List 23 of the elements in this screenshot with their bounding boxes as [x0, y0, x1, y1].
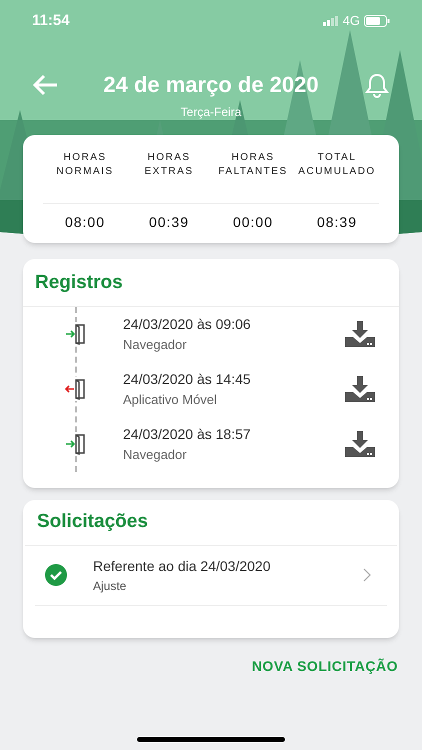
page-title: 24 de março de 2020: [103, 71, 319, 99]
summary-value: 00:39: [148, 213, 190, 232]
record-source: Navegador: [123, 446, 188, 464]
record-datetime: 24/03/2020 às 14:45: [123, 370, 252, 389]
page-subtitle: Terça-Feira: [180, 104, 242, 121]
record-datetime: 24/03/2020 às 18:57: [123, 424, 252, 444]
section-title: Solicitações: [37, 511, 148, 532]
summary-label: HORAS NORMAIS: [55, 151, 115, 179]
request-item[interactable]: Referente ao dia 24/03/2020 Ajuste: [35, 546, 387, 606]
status-time: 11:54: [32, 10, 70, 31]
summary-value: 00:00: [232, 213, 274, 232]
summary-label: HORAS FALTANTES: [217, 151, 289, 179]
network-label: 4G: [342, 12, 360, 30]
summary-label: HORAS EXTRAS: [143, 151, 194, 179]
request-title: Referente ao dia 24/03/2020: [93, 556, 272, 576]
record-source: Navegador: [123, 336, 188, 354]
section-title: Registros: [35, 272, 123, 293]
request-type: Ajuste: [93, 578, 128, 594]
record-datetime: 24/03/2020 às 09:06: [123, 314, 252, 334]
summary-label: TOTAL ACUMULADO: [297, 151, 377, 179]
record-source: Aplicativo Móvel: [123, 390, 218, 409]
summary-value: 08:39: [316, 213, 358, 232]
summary-value: 08:00: [64, 213, 106, 232]
